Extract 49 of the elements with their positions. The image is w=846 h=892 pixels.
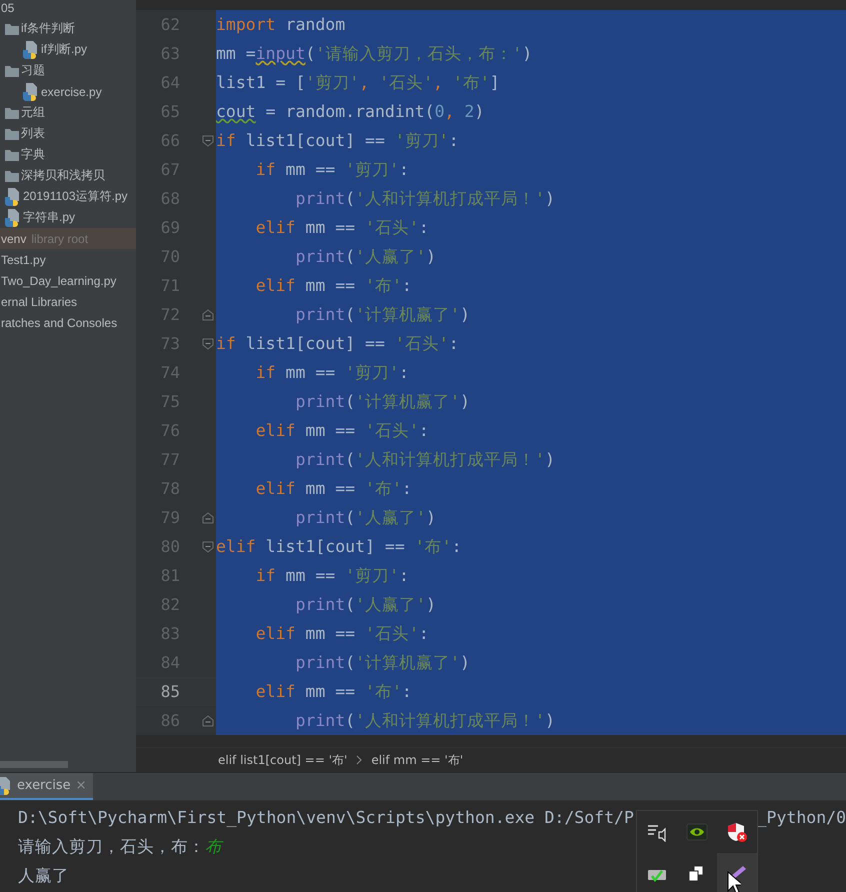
tree-item[interactable]: Two_Day_learning.py [0,270,136,291]
tree-item-label[interactable]: venv [1,232,26,246]
folder-icon [5,64,19,76]
tab-label[interactable]: exercise [17,778,71,793]
python-file-icon [5,208,21,226]
fold-icon[interactable] [202,308,214,320]
python-file-icon [0,776,12,794]
chevron-icon [355,755,364,765]
tree-item[interactable]: 元组 [4,102,136,123]
tree-item[interactable]: if条件判断 [4,18,136,39]
folder-icon [5,170,19,182]
fold-icon[interactable] [202,540,214,552]
command-text: _Python/0 [756,808,846,827]
tree-item[interactable]: ernal Libraries [0,291,136,312]
tree-item[interactable]: if判断.py [22,39,136,60]
tree-item[interactable]: ratches and Consoles [0,312,136,333]
tree-item[interactable]: Test1.py [0,249,136,270]
tree-item[interactable]: 字符串.py [4,207,136,228]
python-file-icon [5,188,21,206]
fold-icon[interactable] [202,714,214,726]
python-file-icon [23,82,39,100]
tree-item[interactable]: 05 [0,0,136,18]
tree-item[interactable]: 习题 [4,60,136,81]
input-text: 布 [205,836,222,858]
eye-logo-icon[interactable] [686,822,708,842]
fold-icon[interactable] [202,512,214,524]
scrollbar[interactable] [0,761,68,768]
tree-item[interactable]: 字典 [4,144,136,165]
folder-icon [5,128,19,140]
line-number: 85 [160,682,180,701]
fold-icon[interactable] [202,134,214,146]
tree-item[interactable]: 20191103运算符.py [4,186,136,207]
fold-icon[interactable] [202,338,214,350]
prompt-text: 请输入剪刀，石头，布： [18,836,205,858]
shield-alert-icon[interactable] [726,822,748,842]
mouse-pointer-icon [727,871,741,892]
folder-icon [5,22,19,34]
output-text: 人赢了 [18,864,69,886]
tree-item[interactable]: 深拷贝和浅拷贝 [4,165,136,186]
breadcrumb[interactable]: elif mm == '布' [371,752,464,768]
tree-item[interactable]: exercise.py [22,81,136,102]
run-tab[interactable]: exercise × [0,773,93,800]
folder-icon [5,106,19,118]
tree-item-note: library root [31,232,88,246]
command-text: D:\Soft\Pycharm\First_Python\venv\Scripts\python.exe D:/Soft/P [18,808,634,827]
tree-item[interactable]: 列表 [4,123,136,144]
folder-icon [5,148,19,160]
python-file-icon [23,40,39,58]
breadcrumb[interactable]: elif list1[cout] == '布' [218,752,348,768]
